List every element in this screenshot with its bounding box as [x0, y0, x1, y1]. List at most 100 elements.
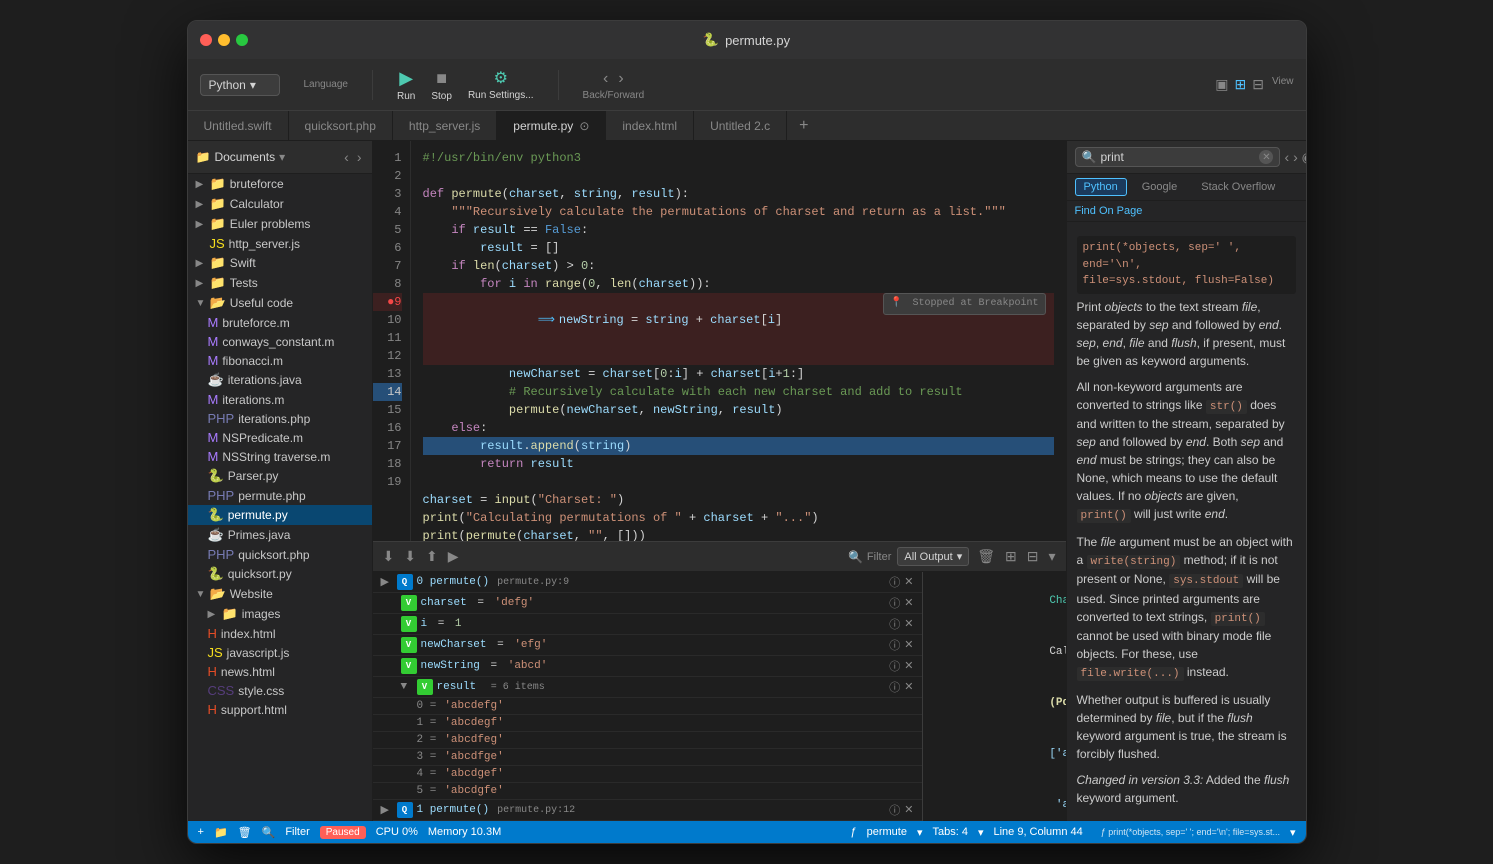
- run-button[interactable]: ▶ Run: [397, 68, 415, 102]
- google-search-button[interactable]: Google: [1133, 178, 1186, 196]
- sidebar-item-javascript-js[interactable]: JS javascript.js: [188, 643, 372, 662]
- sidebar-item-parser-py[interactable]: 🐍 Parser.py: [188, 466, 372, 486]
- folder-icon: 📁: [222, 606, 238, 622]
- css-file-icon: CSS: [208, 683, 235, 698]
- forward-button[interactable]: ›: [614, 68, 627, 90]
- code-line-11: # Recursively calculate with each new ch…: [423, 383, 1054, 401]
- debug-clear-button[interactable]: 🗑: [975, 546, 997, 567]
- sidebar-item-iterations-php[interactable]: PHP iterations.php: [188, 409, 372, 428]
- py-file-icon: 🐍: [208, 468, 224, 484]
- code-editor[interactable]: #!/usr/bin/env python3 def permute(chars…: [411, 141, 1066, 541]
- sidebar-item-quicksort-php[interactable]: PHP quicksort.php: [188, 545, 372, 564]
- layout-icon-1[interactable]: ▣: [1215, 76, 1228, 93]
- sidebar-item-news-html[interactable]: H news.html: [188, 662, 372, 681]
- result-item-1: 1 = 'abcdegf': [373, 715, 922, 732]
- sidebar-item-bruteforce-m[interactable]: M bruteforce.m: [188, 313, 372, 332]
- sidebar-item-http-server-js[interactable]: JS http_server.js: [188, 234, 372, 253]
- debug-toolbar: ⬇ ⬇ ⬆ ▶ 🔍 Filter All Output ▾: [373, 542, 1066, 572]
- tab-permute-py[interactable]: permute.py ⊙: [497, 111, 606, 141]
- tab-index-html[interactable]: index.html: [606, 111, 694, 141]
- sidebar-item-conways[interactable]: M conways_constant.m: [188, 332, 372, 351]
- sidebar-item-images[interactable]: ▶ 📁 images: [188, 604, 372, 624]
- tab-http-server-js[interactable]: http_server.js: [393, 111, 497, 141]
- sidebar-item-useful-code[interactable]: ▼ 📂 Useful code: [188, 293, 372, 313]
- run-settings-button[interactable]: ⚙ Run Settings...: [468, 68, 534, 101]
- debug-step-over-button[interactable]: ⬇: [402, 546, 418, 567]
- debug-continue-button[interactable]: ▶: [446, 546, 461, 567]
- sidebar-item-index-html[interactable]: H index.html: [188, 624, 372, 643]
- sidebar-item-primes-java[interactable]: ☕ Primes.java: [188, 525, 372, 545]
- tab-quicksort-php[interactable]: quicksort.php: [289, 111, 393, 141]
- sidebar-item-bruteforce[interactable]: ▶ 📁 bruteforce: [188, 174, 372, 194]
- layout-icon-3[interactable]: ⊟: [1252, 76, 1264, 93]
- var-icon: V: [401, 658, 417, 674]
- maximize-button[interactable]: [236, 34, 248, 46]
- html-file-icon: H: [208, 664, 217, 679]
- search-highlight-button[interactable]: ◉: [1302, 149, 1306, 166]
- clear-search-button[interactable]: ✕: [1259, 150, 1273, 164]
- filter-icon[interactable]: 🔍: [262, 826, 276, 839]
- debug-console[interactable]: Charset: abcdefg Calculating permutation…: [923, 572, 1066, 821]
- sidebar-item-calculator[interactable]: ▶ 📁 Calculator: [188, 194, 372, 214]
- layout-icon-2[interactable]: ⊞: [1235, 76, 1247, 93]
- add-folder-button[interactable]: 📁: [214, 826, 228, 839]
- sidebar-item-swift[interactable]: ▶ 📁 Swift: [188, 253, 372, 273]
- stack-frame-1[interactable]: ▶ Q 1 permute() permute.py:12 ⓘ ✕: [373, 800, 922, 821]
- debug-content: ▶ Q 0 permute() permute.py:9 ⓘ ✕ V: [373, 572, 1066, 821]
- sidebar-expand-button[interactable]: ›: [355, 147, 364, 167]
- sidebar-item-quicksort-py[interactable]: 🐍 quicksort.py: [188, 564, 372, 584]
- result-item-0: 0 = 'abcdefg': [373, 698, 922, 715]
- debug-step-into-button[interactable]: ⬇: [381, 546, 397, 567]
- stackoverflow-button[interactable]: Stack Overflow: [1192, 178, 1284, 196]
- add-tab-button[interactable]: +: [791, 117, 816, 135]
- delete-button[interactable]: 🗑: [238, 826, 252, 839]
- status-left: + 📁 🗑 🔍 Filter Paused CPU 0% Memory 10.3…: [198, 826, 839, 839]
- sidebar-item-style-css[interactable]: CSS style.css: [188, 681, 372, 700]
- tab-label: Untitled.swift: [204, 119, 272, 133]
- code-line-5: if result == False:: [423, 221, 1054, 239]
- sidebar-collapse-button[interactable]: ‹: [342, 147, 351, 167]
- status-right: ƒ permute ▾ Tabs: 4 ▾ Line 9, Column 44 …: [850, 826, 1295, 839]
- sidebar-item-permute-py[interactable]: 🐍 permute.py: [188, 505, 372, 525]
- info-icon: ⓘ: [889, 679, 900, 695]
- search-next-button[interactable]: ›: [1293, 149, 1298, 165]
- var-result[interactable]: ▼ V result = 6 items ⓘ ✕: [373, 677, 922, 698]
- close-button[interactable]: [200, 34, 212, 46]
- expand-icon: ▶: [196, 258, 206, 269]
- debug-layout-2-button[interactable]: ⊟: [1025, 546, 1041, 567]
- sidebar-item-iterations-m[interactable]: M iterations.m: [188, 390, 372, 409]
- debug-layout-1-button[interactable]: ⊞: [1003, 546, 1019, 567]
- sidebar-item-website[interactable]: ▼ 📂 Website: [188, 584, 372, 604]
- add-file-button[interactable]: +: [198, 826, 204, 838]
- debug-more-button[interactable]: ▾: [1046, 546, 1057, 567]
- sidebar-item-nspredicate[interactable]: M NSPredicate.m: [188, 428, 372, 447]
- sidebar-item-euler[interactable]: ▶ 📁 Euler problems: [188, 214, 372, 234]
- edit-icon: ✕: [904, 680, 913, 694]
- sidebar-item-fibonacci[interactable]: M fibonacci.m: [188, 351, 372, 370]
- close-icon: ✕: [904, 575, 913, 589]
- python-docs-button[interactable]: Python: [1075, 178, 1127, 196]
- sidebar-item-support-html[interactable]: H support.html: [188, 700, 372, 719]
- sidebar-item-nsstring[interactable]: M NSString traverse.m: [188, 447, 372, 466]
- debug-step-out-button[interactable]: ⬆: [424, 546, 440, 567]
- tab-untitled-swift[interactable]: Untitled.swift: [188, 111, 289, 141]
- console-line-5: 'abcdfge', 'abcdgef', 'abcdgfe']: [931, 780, 1058, 821]
- stop-button[interactable]: ■ Stop: [431, 68, 452, 102]
- code-line-3: def permute(charset, string, result):: [423, 185, 1054, 203]
- sidebar-item-tests[interactable]: ▶ 📁 Tests: [188, 273, 372, 293]
- find-on-page-button[interactable]: Find On Page: [1067, 201, 1306, 222]
- sidebar-item-permute-php[interactable]: PHP permute.php: [188, 486, 372, 505]
- language-selector[interactable]: Python ▾: [200, 74, 280, 96]
- search-prev-button[interactable]: ‹: [1284, 149, 1289, 165]
- back-button[interactable]: ‹: [599, 68, 612, 90]
- sidebar-item-iterations-java[interactable]: ☕ iterations.java: [188, 370, 372, 390]
- result-item-2: 2 = 'abcdfeg': [373, 732, 922, 749]
- stack-frame-0[interactable]: ▶ Q 0 permute() permute.py:9 ⓘ ✕: [373, 572, 922, 593]
- minimize-button[interactable]: [218, 34, 230, 46]
- output-selector[interactable]: All Output ▾: [897, 547, 969, 566]
- search-input[interactable]: [1100, 150, 1255, 164]
- sidebar-tree: ▶ 📁 bruteforce ▶ 📁 Calculator ▶ 📁 Euler …: [188, 174, 372, 821]
- tab-untitled-2c[interactable]: Untitled 2.c: [694, 111, 787, 141]
- debug-vars-panel: ▶ Q 0 permute() permute.py:9 ⓘ ✕ V: [373, 572, 923, 821]
- doc-paragraph-5: Changed in version 3.3: Added the flush …: [1077, 771, 1296, 807]
